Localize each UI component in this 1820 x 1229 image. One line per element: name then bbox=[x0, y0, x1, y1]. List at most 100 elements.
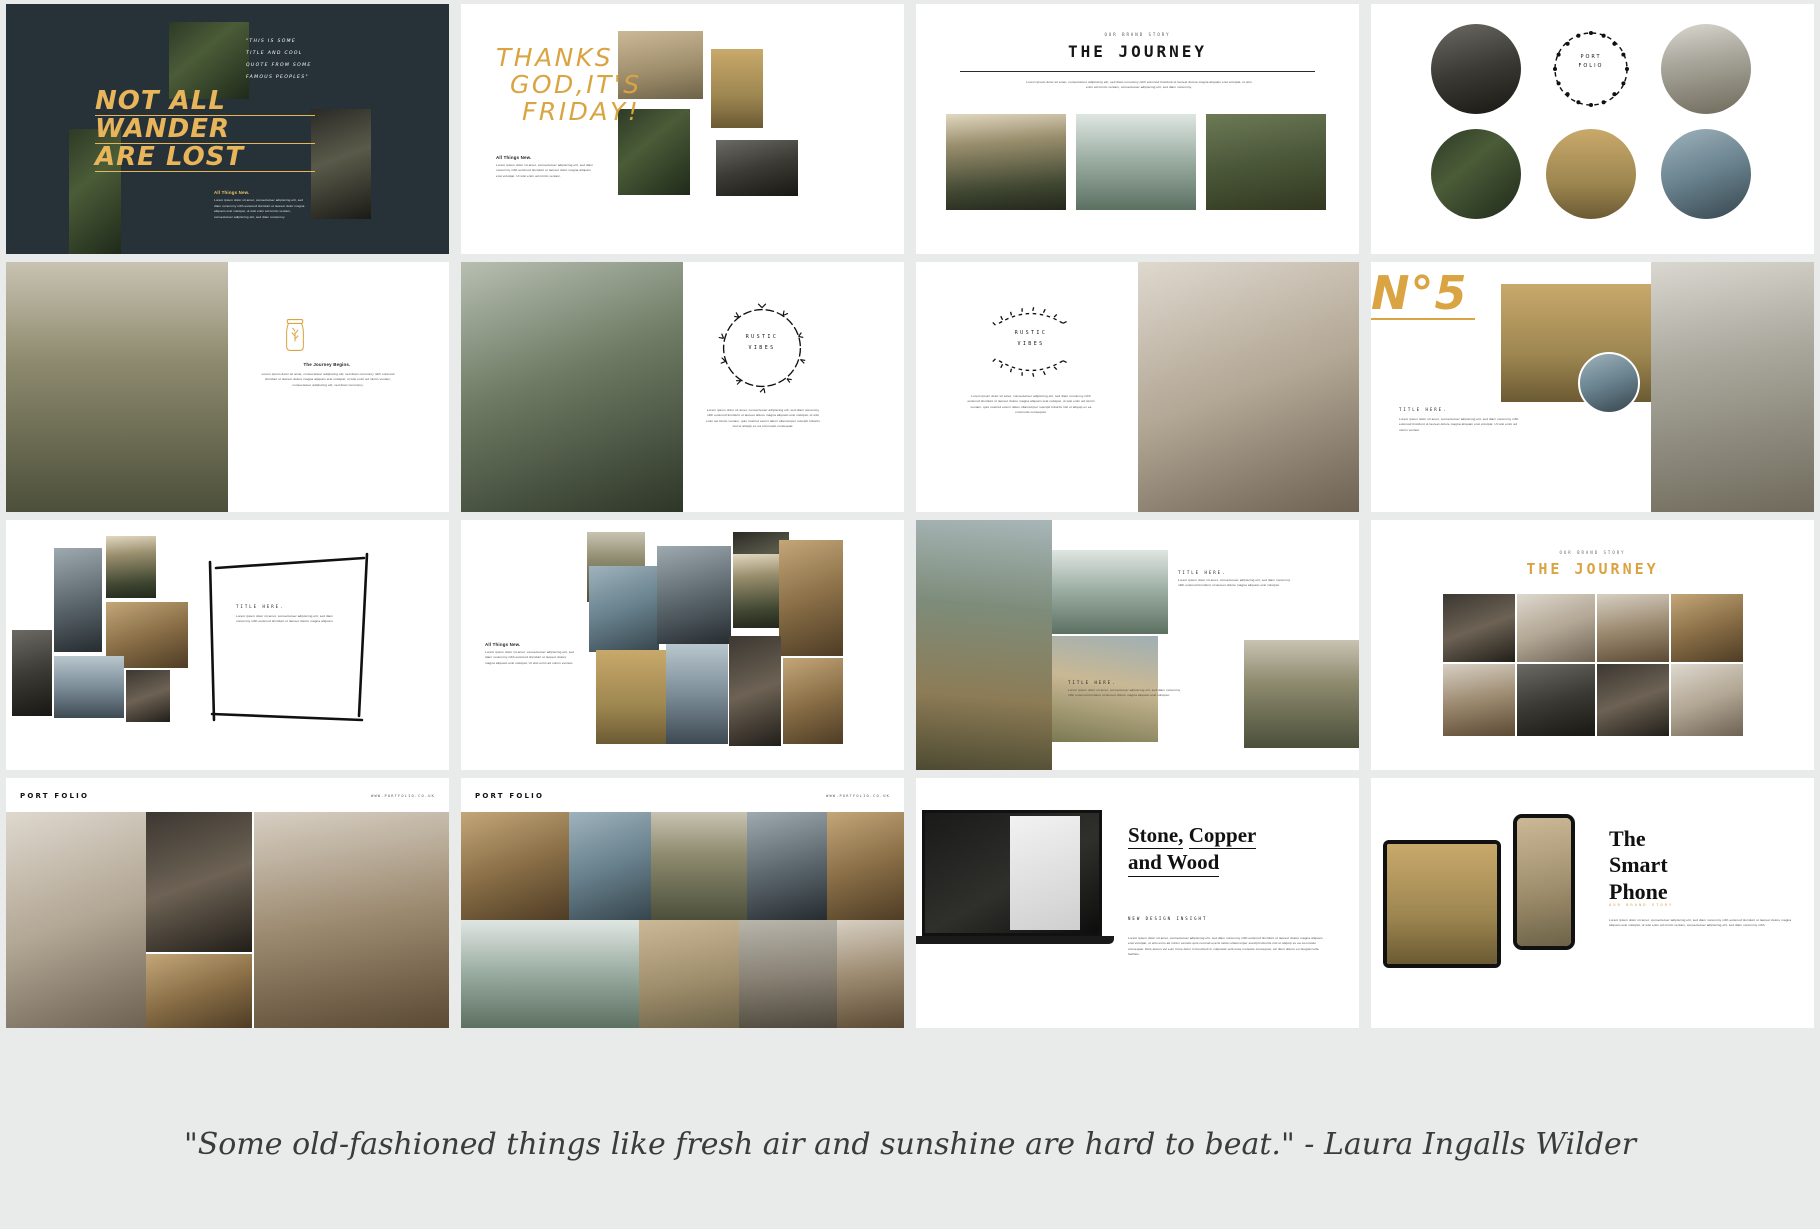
slide-15-canvas[interactable]: Stone, Copper and Wood NEW DESIGN INSIGH… bbox=[916, 778, 1359, 1028]
slide-8-caption: TITLE HERE. bbox=[1399, 407, 1448, 412]
slide-12-photo-room-1 bbox=[1443, 594, 1515, 662]
slide-14-photo-chair bbox=[837, 920, 904, 1028]
slide-10-photo-mountain-view bbox=[666, 644, 728, 744]
slide-1-hw-line-3: QUOTE FROM SOME bbox=[246, 62, 312, 68]
slide-thumbnail-4[interactable]: PORT FOLIO bbox=[1365, 0, 1820, 258]
slide-16-eyebrow: OUR BRAND STORY bbox=[1609, 902, 1674, 907]
slide-9-photo-forest-path bbox=[106, 536, 156, 598]
slide-1-canvas[interactable]: "THIS IS SOME TITLE AND COOL QUOTE FROM … bbox=[6, 4, 449, 254]
slide-12-canvas[interactable]: OUR BRAND STORY THE JOURNEY bbox=[1371, 520, 1814, 770]
slide-14-photo-man-jacket bbox=[747, 812, 827, 920]
slide-10-photo-logs-2 bbox=[783, 658, 843, 744]
slide-8-number: N°5 bbox=[1371, 266, 1475, 320]
slide-7-canvas[interactable]: RUSTIC VIBES Lorem ipsum dolor sit amet,… bbox=[916, 262, 1359, 512]
slide-13-canvas[interactable]: PORT FOLIO WWW.PORTFOLIO.CO.UK bbox=[6, 778, 449, 1028]
slide-14-photo-stairs bbox=[739, 920, 837, 1028]
slide-2-body-title: All Things New. bbox=[496, 155, 532, 160]
slide-thumbnail-13[interactable]: PORT FOLIO WWW.PORTFOLIO.CO.UK bbox=[0, 774, 455, 1032]
slide-11-photo-coastline bbox=[916, 520, 1052, 770]
slide-10-body-title: All Things New. bbox=[485, 642, 521, 647]
slide-thumbnail-6[interactable]: RUSTIC VIBES Lorem ipsum dolor sit amet,… bbox=[455, 258, 910, 516]
slide-2-body-text: Lorem ipsum dolor sit amet, consectetuer… bbox=[496, 163, 594, 178]
slide-1-headline-line-1: NOT ALL bbox=[95, 88, 315, 116]
slide-thumbnail-2[interactable]: THANKS GOD,IT'S FRIDAY! All Things New. … bbox=[455, 0, 910, 258]
slide-2-headline-line-1: THANKS bbox=[496, 43, 614, 72]
slide-thumbnail-7[interactable]: RUSTIC VIBES Lorem ipsum dolor sit amet,… bbox=[910, 258, 1365, 516]
slide-4-photo-circle-3 bbox=[1661, 24, 1751, 114]
slide-13-photo-chair bbox=[254, 812, 449, 1028]
slide-thumbnail-8[interactable]: N°5 TITLE HERE. Lorem ipsum dolor sit am… bbox=[1365, 258, 1820, 516]
slide-8-canvas[interactable]: N°5 TITLE HERE. Lorem ipsum dolor sit am… bbox=[1371, 262, 1814, 512]
slide-2-photo-tall-grass bbox=[711, 49, 763, 128]
slide-16-headline-line-2: Smart bbox=[1609, 852, 1668, 878]
slide-6-wreath-label-2: VIBES bbox=[748, 345, 776, 351]
slide-12-photo-room-6 bbox=[1517, 664, 1595, 736]
slide-2-canvas[interactable]: THANKS GOD,IT'S FRIDAY! All Things New. … bbox=[461, 4, 904, 254]
slide-15-headline-line-1: Stone, bbox=[1128, 822, 1184, 850]
slide-3-divider bbox=[960, 71, 1315, 72]
slide-5-canvas[interactable]: The Journey Begins. Lorem ipsum dolor si… bbox=[6, 262, 449, 512]
slide-13-photo-interior-wall bbox=[6, 812, 146, 1028]
slide-14-photo-logs bbox=[461, 812, 569, 920]
slide-thumbnail-12[interactable]: OUR BRAND STORY THE JOURNEY bbox=[1365, 516, 1820, 774]
slide-gallery: "THIS IS SOME TITLE AND COOL QUOTE FROM … bbox=[0, 0, 1820, 1060]
slide-5-body-text: Lorem ipsum dolor sit amet, consectetuer… bbox=[261, 372, 395, 387]
slide-6-canvas[interactable]: RUSTIC VIBES Lorem ipsum dolor sit amet,… bbox=[461, 262, 904, 512]
slide-14-website[interactable]: WWW.PORTFOLIO.CO.UK bbox=[826, 794, 890, 798]
slide-6-wreath: RUSTIC VIBES bbox=[714, 300, 810, 396]
slide-9-canvas[interactable]: TITLE HERE. Lorem ipsum dolor sit amet, … bbox=[6, 520, 449, 770]
slide-4-wreath: PORT FOLIO bbox=[1546, 24, 1636, 114]
slide-14-canvas[interactable]: PORT FOLIO WWW.PORTFOLIO.CO.UK bbox=[461, 778, 904, 1028]
slide-15-headline-line-3: and Wood bbox=[1128, 849, 1220, 877]
slide-4-photo-circle-1 bbox=[1431, 24, 1521, 114]
slide-4-photo-circle-5 bbox=[1546, 129, 1636, 219]
slide-14-photo-summit bbox=[651, 812, 747, 920]
wreath-icon bbox=[1552, 30, 1630, 108]
slide-9-photo-sunglasses-woman bbox=[12, 630, 52, 716]
slide-8-body-text: Lorem ipsum dolor sit amet, consectetuer… bbox=[1399, 417, 1519, 432]
slide-thumbnail-15[interactable]: Stone, Copper and Wood NEW DESIGN INSIGH… bbox=[910, 774, 1365, 1032]
slide-9-photo-glacier bbox=[54, 656, 124, 718]
slide-3-canvas[interactable]: OUR BRAND STORY THE JOURNEY Lorem ipsum … bbox=[916, 4, 1359, 254]
slide-13-website[interactable]: WWW.PORTFOLIO.CO.UK bbox=[371, 794, 435, 798]
slide-7-arc-wreath: RUSTIC VIBES bbox=[986, 302, 1076, 382]
mason-jar-icon bbox=[286, 319, 304, 351]
slide-12-eyebrow: OUR BRAND STORY bbox=[1559, 550, 1626, 555]
slide-11-canvas[interactable]: TITLE HERE. Lorem ipsum dolor sit amet, … bbox=[916, 520, 1359, 770]
slide-7-photo-interior bbox=[1138, 262, 1359, 512]
slide-2-headline-line-2: GOD,IT'S bbox=[510, 70, 642, 99]
slide-11-caption-top: TITLE HERE. bbox=[1178, 570, 1227, 575]
slide-1-headline-line-3: ARE LOST bbox=[95, 144, 315, 172]
slide-15-headline-line-2: Copper bbox=[1188, 822, 1257, 850]
slide-thumbnail-11[interactable]: TITLE HERE. Lorem ipsum dolor sit amet, … bbox=[910, 516, 1365, 774]
slide-16-headline-line-1: The bbox=[1609, 826, 1646, 851]
slide-5-photo-mountain-top bbox=[6, 262, 228, 512]
slide-3-eyebrow: OUR BRAND STORY bbox=[1104, 32, 1171, 37]
slide-14-logo[interactable]: PORT FOLIO bbox=[475, 792, 544, 800]
slide-4-canvas[interactable]: PORT FOLIO bbox=[1371, 4, 1814, 254]
slide-thumbnail-9[interactable]: TITLE HERE. Lorem ipsum dolor sit amet, … bbox=[0, 516, 455, 774]
slide-2-headline-line-3: FRIDAY! bbox=[522, 97, 641, 126]
slide-thumbnail-3[interactable]: OUR BRAND STORY THE JOURNEY Lorem ipsum … bbox=[910, 0, 1365, 258]
footer-quote: "Some old-fashioned things like fresh ai… bbox=[183, 1127, 1637, 1162]
slide-thumbnail-1[interactable]: "THIS IS SOME TITLE AND COOL QUOTE FROM … bbox=[0, 0, 455, 258]
slide-thumbnail-14[interactable]: PORT FOLIO WWW.PORTFOLIO.CO.UK bbox=[455, 774, 910, 1032]
slide-10-canvas[interactable]: All Things New. Lorem ipsum dolor sit am… bbox=[461, 520, 904, 770]
slide-16-tablet-mockup bbox=[1383, 840, 1501, 968]
slide-16-body-text: Lorem ipsum dolor sit amet, consectetuer… bbox=[1609, 918, 1792, 928]
slide-1-hw-line-2: TITLE AND COOL bbox=[246, 50, 303, 56]
slide-13-logo[interactable]: PORT FOLIO bbox=[20, 792, 89, 800]
slide-13-photo-speaker bbox=[146, 954, 252, 1028]
slide-thumbnail-10[interactable]: All Things New. Lorem ipsum dolor sit am… bbox=[455, 516, 910, 774]
slide-2-headline: THANKS GOD,IT'S FRIDAY! bbox=[496, 44, 696, 125]
slide-thumbnail-5[interactable]: The Journey Begins. Lorem ipsum dolor si… bbox=[0, 258, 455, 516]
slide-11-photo-misty-mountains bbox=[1052, 550, 1168, 634]
slide-15-headline: Stone, Copper and Wood bbox=[1128, 822, 1328, 877]
slide-1-body-text: Lorem ipsum dolor sit amet, consectetuer… bbox=[214, 198, 305, 219]
slide-6-photo-greenhouse bbox=[461, 262, 683, 512]
slide-thumbnail-16[interactable]: The Smart Phone OUR BRAND STORY Lorem ip… bbox=[1365, 774, 1820, 1032]
slide-10-photo-man-jacket bbox=[657, 546, 731, 644]
slide-16-canvas[interactable]: The Smart Phone OUR BRAND STORY Lorem ip… bbox=[1371, 778, 1814, 1028]
slide-8-photo-circle-inset bbox=[1578, 352, 1640, 414]
slide-16-headline: The Smart Phone bbox=[1609, 826, 1799, 905]
